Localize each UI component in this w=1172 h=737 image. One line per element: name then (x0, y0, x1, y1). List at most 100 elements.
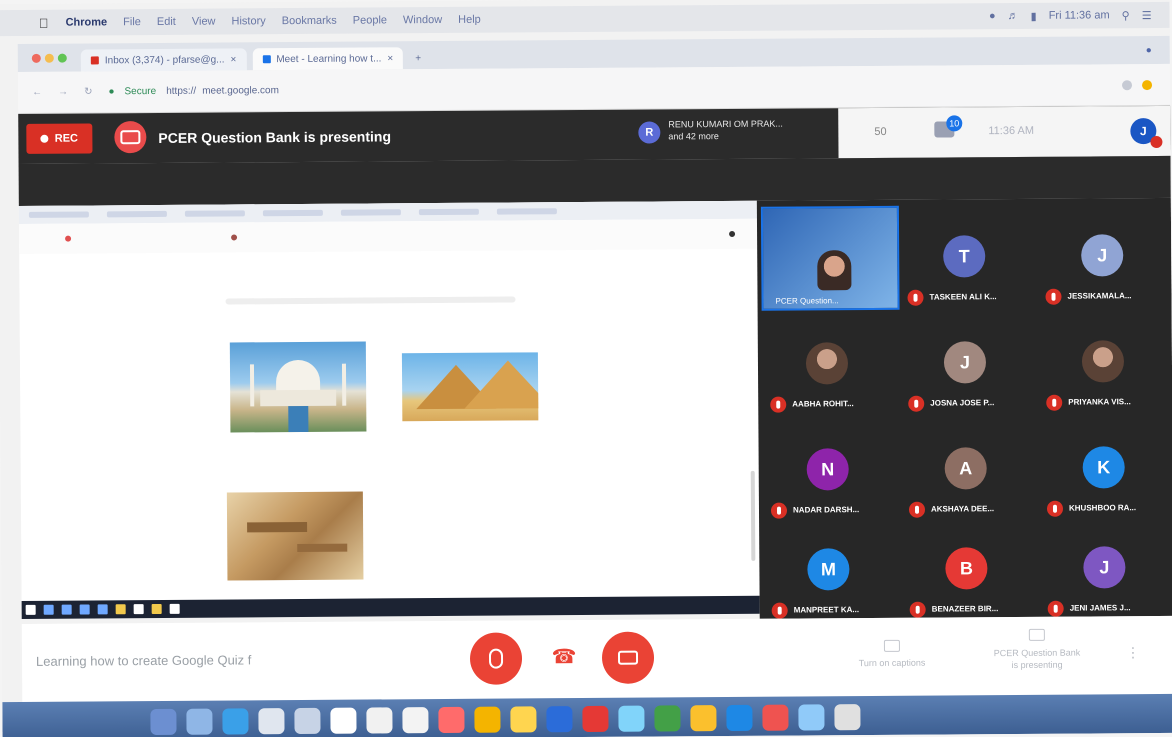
slide-title (225, 296, 516, 305)
close-window-button[interactable] (31, 53, 41, 63)
people-count[interactable]: 50 (874, 126, 886, 138)
participant-tile[interactable]: B BENAZEER BIR... (901, 517, 1040, 622)
participant-name: KHUSHBOO RA... (1068, 503, 1137, 513)
taskbar-icon (151, 603, 162, 615)
participant-tile[interactable]: AABHA ROHIT... (762, 312, 901, 417)
participant-name: JENI JAMES J... (1069, 603, 1131, 613)
menu-file[interactable]: File (123, 16, 141, 28)
maximize-window-button[interactable] (57, 53, 67, 63)
mic-muted-icon (1045, 288, 1062, 305)
dock-app-icon[interactable] (186, 708, 213, 735)
dock-app-icon[interactable] (618, 705, 645, 732)
apple-icon[interactable]:  (36, 15, 52, 31)
participant-tile[interactable]: J JOSNA JOSE P... (900, 311, 1039, 416)
close-tab-icon[interactable]: × (230, 54, 236, 65)
dock-app-icon[interactable] (258, 708, 285, 735)
shared-toolbar (18, 218, 758, 254)
recording-badge[interactable]: REC (26, 123, 93, 154)
menu-bookmarks[interactable]: Bookmarks (282, 15, 337, 27)
hang-up-button[interactable]: ☎ (550, 646, 578, 668)
spotlight-search-icon[interactable]: ⚲ (1122, 9, 1130, 22)
battery-icon[interactable]: ▮ (1031, 9, 1037, 22)
taskbar-icon (133, 604, 144, 615)
shared-tab (340, 209, 401, 216)
menu-edit[interactable]: Edit (157, 16, 176, 28)
bookmark-star-icon[interactable] (1121, 79, 1133, 90)
dock-app-icon[interactable] (402, 707, 429, 734)
participant-tile[interactable]: K KHUSHBOO RA... (1038, 416, 1172, 521)
reload-icon[interactable]: ↻ (84, 86, 92, 97)
participant-tile[interactable]: J JENI JAMES J... (1039, 516, 1172, 621)
dock-app-icon[interactable] (294, 707, 321, 735)
mic-toggle-button[interactable] (469, 632, 523, 685)
tab-meet[interactable]: Meet - Learning how t... × (252, 47, 404, 71)
more-options-icon[interactable]: ⋮ (1126, 644, 1140, 661)
shared-tab (106, 210, 167, 218)
minimize-window-button[interactable] (44, 53, 54, 63)
menubar-clock[interactable]: Fri 11:36 am (1049, 9, 1110, 21)
dock-app-icon[interactable] (510, 706, 537, 733)
url-scheme[interactable]: https:// (166, 86, 196, 97)
menu-history[interactable]: History (231, 15, 265, 27)
menu-help[interactable]: Help (458, 14, 481, 26)
notification-center-icon[interactable]: ☰ (1142, 9, 1152, 22)
dock-app-icon[interactable] (438, 706, 465, 734)
wifi-icon[interactable]: ● (989, 10, 996, 22)
participant-avatar: J (1081, 234, 1124, 277)
participant-tile[interactable]: A AKSHAYA DEE... (900, 417, 1039, 522)
dock-app-icon[interactable] (654, 705, 681, 732)
meeting-title[interactable]: Learning how to create Google Quiz f (36, 652, 251, 669)
captions-button[interactable]: Turn on captions (832, 639, 952, 668)
meet-controls-bar: Learning how to create Google Quiz f ☎ T… (21, 615, 1172, 702)
shared-tab (262, 209, 323, 217)
participant-tile-presenter[interactable]: PCER Question... (760, 205, 900, 311)
camera-toggle-button[interactable] (601, 631, 655, 684)
back-icon[interactable]: ← (32, 87, 42, 98)
dock-app-icon[interactable] (546, 706, 573, 733)
dock-app-icon[interactable] (150, 708, 177, 736)
dock-app-icon[interactable] (726, 704, 753, 732)
dock-app-icon[interactable] (366, 707, 393, 734)
pyramids-image (401, 352, 539, 422)
camera-off-icon (617, 650, 639, 665)
scrollbar[interactable] (750, 470, 756, 561)
participant-avatar: J (1083, 546, 1126, 589)
dock-app-icon[interactable] (222, 708, 249, 735)
presenting-info-button[interactable]: PCER Question Bank is presenting (972, 628, 1102, 671)
dock-app-icon[interactable] (582, 705, 609, 733)
viewer-list[interactable]: RENU KUMARI OM PRAK... and 42 more (668, 118, 783, 143)
mic-muted-icon (907, 289, 924, 306)
participant-grid: PCER Question... T TASKEEN ALI K... J JE… (756, 197, 1172, 622)
profile-icon[interactable]: ● (1146, 45, 1152, 56)
new-tab-button[interactable]: + (409, 47, 427, 69)
participant-tile[interactable]: PRIYANKA VIS... (1038, 310, 1172, 415)
close-tab-icon[interactable]: × (387, 53, 393, 64)
participant-tile[interactable]: J JESSIKAMALA... (1037, 204, 1172, 309)
extension-icon[interactable] (1141, 79, 1153, 90)
dock-app-icon[interactable] (690, 705, 717, 732)
menu-people[interactable]: People (353, 14, 387, 26)
shared-tab (28, 211, 89, 218)
taskbar-icon (79, 604, 90, 615)
dock-app-icon[interactable] (330, 707, 357, 734)
dock-app-icon[interactable] (798, 704, 825, 731)
dock-app-icon[interactable] (762, 704, 789, 731)
menu-view[interactable]: View (192, 16, 216, 28)
dock-app-icon[interactable] (834, 704, 861, 731)
menu-window[interactable]: Window (403, 14, 442, 26)
dock-app-icon[interactable] (474, 706, 501, 733)
volume-icon[interactable]: ♬ (1008, 10, 1019, 22)
forward-icon[interactable]: → (58, 87, 68, 98)
mic-muted-icon (771, 602, 788, 619)
participant-tile[interactable]: N NADAR DARSH... (762, 418, 901, 523)
participant-tile[interactable]: M MANPREET KA... (763, 518, 902, 623)
menubar-app-name[interactable]: Chrome (66, 16, 108, 28)
present-screen-icon (1028, 628, 1045, 641)
tab-gmail[interactable]: Inbox (3,374) - pfarse@g... × (80, 48, 247, 72)
url-field[interactable]: meet.google.com (202, 85, 279, 97)
mic-off-icon (488, 648, 504, 669)
taskbar-icon (43, 604, 54, 615)
presenting-label-1: PCER Question Bank (993, 647, 1081, 659)
secure-lock-icon[interactable]: ● (108, 86, 114, 97)
participant-tile[interactable]: T TASKEEN ALI K... (899, 205, 1038, 310)
